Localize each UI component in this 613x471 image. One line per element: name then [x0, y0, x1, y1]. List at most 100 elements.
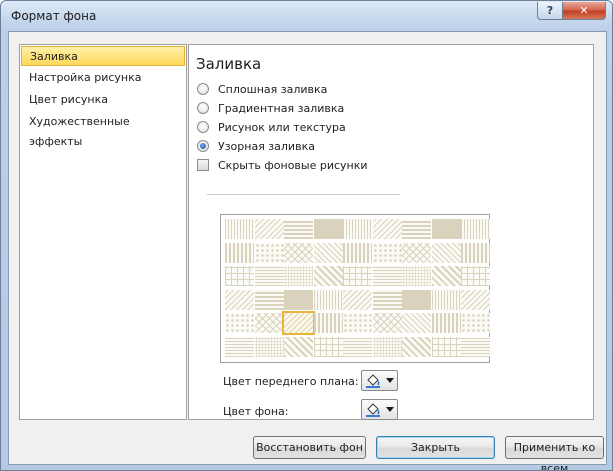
radio-gradient-fill[interactable]: [197, 102, 209, 114]
pattern-swatch[interactable]: [225, 289, 254, 310]
nav-item-label: Художественные эффекты: [29, 115, 130, 148]
pattern-swatch[interactable]: [343, 313, 372, 333]
pattern-swatch[interactable]: [343, 219, 372, 239]
pattern-swatch[interactable]: [402, 266, 431, 286]
option-hide-background[interactable]: Скрыть фоновые рисунки: [197, 157, 368, 173]
pattern-swatch[interactable]: [372, 289, 402, 310]
pattern-swatch[interactable]: [402, 313, 431, 333]
pattern-swatch[interactable]: [284, 266, 313, 286]
pattern-swatch[interactable]: [372, 313, 402, 333]
pattern-swatch[interactable]: [402, 336, 431, 357]
pattern-swatch[interactable]: [461, 242, 490, 263]
pattern-swatch[interactable]: [461, 313, 490, 333]
pattern-swatch[interactable]: [461, 336, 490, 357]
pattern-swatch[interactable]: [461, 219, 490, 239]
category-list: Заливка Настройка рисунка Цвет рисунка Х…: [19, 44, 187, 420]
pattern-swatch[interactable]: [343, 289, 372, 310]
nav-item-fill[interactable]: Заливка: [21, 46, 185, 66]
option-pattern-fill[interactable]: Узорная заливка: [197, 138, 315, 154]
help-button[interactable]: ?: [537, 2, 563, 20]
pattern-swatch[interactable]: [313, 289, 343, 310]
paint-bucket-icon: [365, 373, 381, 388]
pattern-swatch[interactable]: [254, 219, 284, 239]
pattern-swatch[interactable]: [284, 242, 313, 263]
paint-bucket-icon: [365, 402, 381, 417]
pattern-swatch[interactable]: [431, 289, 461, 310]
pattern-swatch[interactable]: [372, 336, 402, 357]
pattern-swatch[interactable]: [402, 289, 431, 310]
pattern-gallery: [220, 214, 490, 363]
option-solid-fill[interactable]: Сплошная заливка: [197, 81, 327, 97]
title-bar[interactable]: Формат фона ? ✕: [1, 1, 612, 31]
pattern-swatch[interactable]: [343, 336, 372, 357]
pattern-swatch[interactable]: [254, 336, 284, 357]
fill-panel: Заливка Сплошная заливка Градиентная зал…: [188, 44, 594, 420]
pattern-swatch[interactable]: [254, 242, 284, 263]
pattern-swatch[interactable]: [431, 266, 461, 286]
pattern-swatch[interactable]: [402, 242, 431, 263]
foreground-color-row: Цвет переднего плана:: [223, 375, 359, 388]
pattern-swatch[interactable]: [254, 313, 284, 333]
foreground-color-label: Цвет переднего плана:: [223, 375, 359, 388]
background-color-row: Цвет фона:: [223, 405, 288, 418]
pattern-swatch[interactable]: [431, 219, 461, 239]
pattern-swatch[interactable]: [431, 242, 461, 263]
pattern-swatch[interactable]: [372, 219, 402, 239]
pattern-swatch[interactable]: [225, 242, 254, 263]
pattern-swatch[interactable]: [461, 266, 490, 286]
pattern-swatch[interactable]: [343, 242, 372, 263]
pattern-swatch[interactable]: [313, 266, 343, 286]
pattern-swatch[interactable]: [282, 311, 315, 335]
pattern-swatch[interactable]: [225, 336, 254, 357]
radio-pattern-fill[interactable]: [197, 140, 209, 152]
nav-item-label: Настройка рисунка: [29, 71, 142, 84]
pattern-swatch[interactable]: [343, 266, 372, 286]
option-picture-texture-fill[interactable]: Рисунок или текстура: [197, 119, 346, 135]
dialog-window: Формат фона ? ✕ Заливка Настройка рисунк…: [0, 0, 613, 471]
pattern-swatch[interactable]: [254, 289, 284, 310]
title-buttons: ? ✕: [537, 2, 606, 20]
option-label: Рисунок или текстура: [218, 120, 346, 134]
background-color-button[interactable]: [361, 399, 398, 420]
close-icon: ✕: [579, 4, 589, 17]
reset-background-button[interactable]: Восстановить фон: [253, 436, 366, 459]
pattern-swatch[interactable]: [284, 289, 313, 310]
option-label: Узорная заливка: [218, 139, 315, 153]
pattern-swatch[interactable]: [225, 313, 254, 333]
close-button[interactable]: Закрыть: [376, 436, 495, 459]
nav-item-picture-color[interactable]: Цвет рисунка: [21, 90, 185, 110]
nav-item-picture-corrections[interactable]: Настройка рисунка: [21, 68, 185, 88]
nav-item-label: Заливка: [30, 50, 78, 63]
pattern-swatch[interactable]: [313, 242, 343, 263]
dialog-title: Формат фона: [11, 9, 97, 23]
chevron-down-icon: [386, 407, 394, 412]
pattern-swatch[interactable]: [461, 289, 490, 310]
pattern-swatch[interactable]: [372, 266, 402, 286]
nav-item-artistic-effects[interactable]: Художественные эффекты: [21, 112, 185, 148]
radio-solid-fill[interactable]: [197, 83, 209, 95]
pattern-swatch[interactable]: [313, 313, 343, 333]
background-color-label: Цвет фона:: [223, 405, 289, 418]
pattern-swatch[interactable]: [402, 219, 431, 239]
help-icon: ?: [546, 4, 554, 17]
close-window-button[interactable]: ✕: [563, 2, 606, 20]
pattern-swatch[interactable]: [431, 336, 461, 357]
pattern-swatch[interactable]: [225, 266, 254, 286]
option-gradient-fill[interactable]: Градиентная заливка: [197, 100, 344, 116]
pattern-swatch[interactable]: [225, 219, 254, 239]
panel-title: Заливка: [196, 55, 262, 73]
pattern-swatch[interactable]: [313, 336, 343, 357]
foreground-color-button[interactable]: [361, 370, 398, 391]
radio-picture-texture-fill[interactable]: [197, 121, 209, 133]
nav-item-label: Цвет рисунка: [29, 93, 108, 106]
hide-background-checkbox[interactable]: [197, 159, 209, 171]
pattern-swatch[interactable]: [254, 266, 284, 286]
pattern-swatch[interactable]: [372, 242, 402, 263]
chevron-down-icon: [386, 378, 394, 383]
apply-to-all-button[interactable]: Применить ко всем: [505, 436, 604, 470]
pattern-swatch[interactable]: [431, 313, 461, 333]
pattern-swatch[interactable]: [313, 219, 343, 239]
pattern-swatch[interactable]: [284, 336, 313, 357]
option-label: Сплошная заливка: [218, 82, 328, 96]
pattern-swatch[interactable]: [284, 219, 313, 239]
